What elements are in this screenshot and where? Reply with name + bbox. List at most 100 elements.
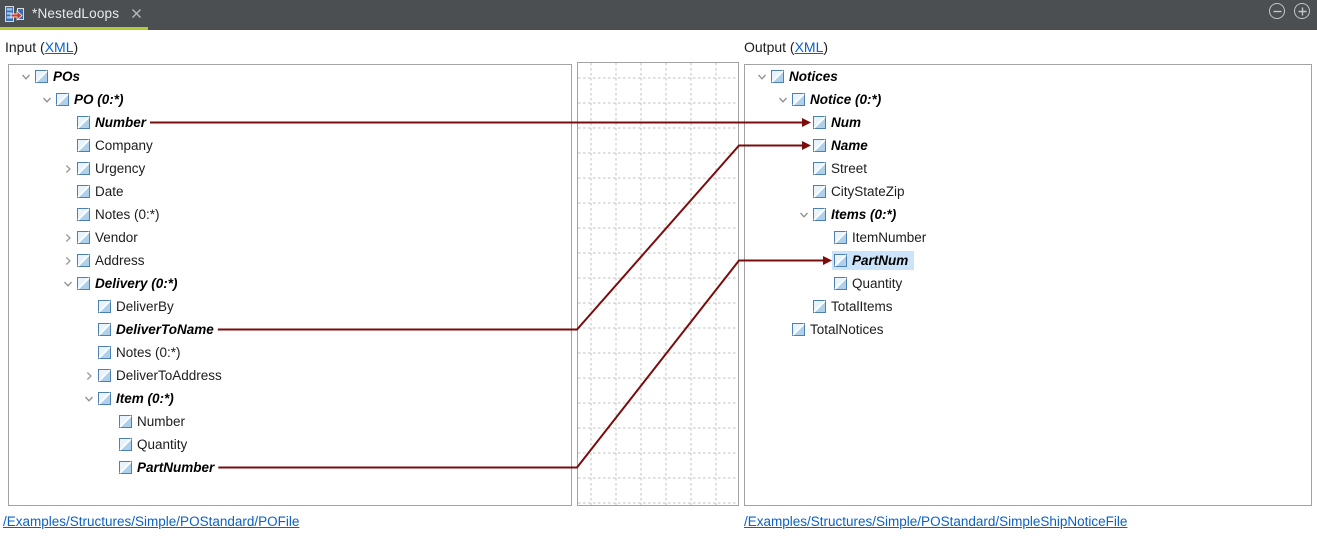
tree-node[interactable]: Street [745,157,1311,180]
tree-node[interactable]: PartNum [745,249,1311,272]
tree-node[interactable]: Item (0:*) [9,387,571,410]
tree-node[interactable]: Urgency [9,157,571,180]
chevron-down-icon[interactable] [82,392,96,406]
node-content: PartNumber [117,458,220,477]
tree-node[interactable]: Vendor [9,226,571,249]
tree-node[interactable]: TotalNotices [745,318,1311,341]
xml-element-icon [771,70,784,83]
tree-node[interactable]: Number [9,410,571,433]
tree-node[interactable]: Notes (0:*) [9,203,571,226]
chevron-down-icon[interactable] [61,277,75,291]
chevron-right-icon[interactable] [61,254,75,268]
xml-element-icon [813,300,826,313]
tree-node[interactable]: Notice (0:*) [745,88,1311,111]
node-label: Delivery (0:*) [95,276,178,291]
tree-node[interactable]: POs [9,65,571,88]
chevron-right-icon[interactable] [61,162,75,176]
node-label: Address [95,253,145,268]
node-content: POs [33,67,86,86]
xml-element-icon [98,392,111,405]
node-label: PartNumber [137,460,215,475]
tree-node[interactable]: DeliverBy [9,295,571,318]
node-content: Num [811,113,867,132]
output-tree: Notices Notice (0:*) Num Name Street CityStat… [745,65,1311,341]
tree-node[interactable]: Notices [745,65,1311,88]
tree-node[interactable]: PO (0:*) [9,88,571,111]
node-content: Notes (0:*) [75,205,166,224]
tree-node[interactable]: Date [9,180,571,203]
output-header-close-paren: ) [823,39,829,55]
tree-node[interactable]: DeliverToName [9,318,571,341]
tree-node[interactable]: ItemNumber [745,226,1311,249]
tree-node[interactable]: Notes (0:*) [9,341,571,364]
tree-node[interactable]: DeliverToAddress [9,364,571,387]
tree-node[interactable]: Delivery (0:*) [9,272,571,295]
input-xml-link[interactable]: XML [45,39,74,55]
tab-close-icon[interactable] [129,7,143,21]
chevron-down-icon[interactable] [40,93,54,107]
input-tree: POs PO (0:*) Number Company Urgency Date Notes… [9,65,571,479]
tree-node[interactable]: Number [9,111,571,134]
xml-element-icon [813,139,826,152]
document-tab[interactable]: *NestedLoops [0,0,148,27]
xml-element-icon [98,369,111,382]
node-content: DeliverToName [96,320,220,339]
chevron-down-icon[interactable] [797,208,811,222]
target-file-path-link[interactable]: /Examples/Structures/Simple/POStandard/S… [744,514,1127,529]
zoom-out-button[interactable] [1269,3,1285,19]
chevron-right-icon[interactable] [61,231,75,245]
node-content: PO (0:*) [54,90,130,109]
xml-element-icon [98,323,111,336]
node-content: Company [75,136,159,155]
xml-element-icon [119,461,132,474]
chevron-right-icon[interactable] [82,369,96,383]
tree-node[interactable]: Quantity [9,433,571,456]
node-label: Notes (0:*) [95,207,160,222]
node-label: PartNum [852,253,909,268]
zoom-in-button[interactable] [1294,3,1310,19]
tree-node[interactable]: PartNumber [9,456,571,479]
tree-node[interactable]: Address [9,249,571,272]
node-label: PO (0:*) [74,92,124,107]
tree-node[interactable]: TotalItems [745,295,1311,318]
tree-node[interactable]: Num [745,111,1311,134]
output-xml-link[interactable]: XML [795,39,824,55]
chevron-down-icon[interactable] [776,93,790,107]
node-label: DeliverToAddress [116,368,222,383]
tree-node[interactable]: CityStateZip [745,180,1311,203]
xml-element-icon [35,70,48,83]
node-content: Quantity [117,435,193,454]
xml-element-icon [77,208,90,221]
tree-node[interactable]: Items (0:*) [745,203,1311,226]
xml-element-icon [813,116,826,129]
xml-element-icon [119,438,132,451]
xml-element-icon [77,231,90,244]
tree-node[interactable]: Company [9,134,571,157]
source-file-path-link[interactable]: /Examples/Structures/Simple/POStandard/P… [3,514,299,529]
chevron-down-icon[interactable] [19,70,33,84]
tree-node[interactable]: Name [745,134,1311,157]
node-label: Quantity [137,437,188,452]
xml-element-icon [792,323,805,336]
node-label: Vendor [95,230,138,245]
xml-element-icon [834,231,847,244]
xml-element-icon [834,254,847,267]
node-label: Notice (0:*) [810,92,882,107]
xml-element-icon [77,277,90,290]
tree-node[interactable]: Quantity [745,272,1311,295]
chevron-down-icon[interactable] [755,70,769,84]
node-label: Urgency [95,161,146,176]
node-label: Date [95,184,124,199]
